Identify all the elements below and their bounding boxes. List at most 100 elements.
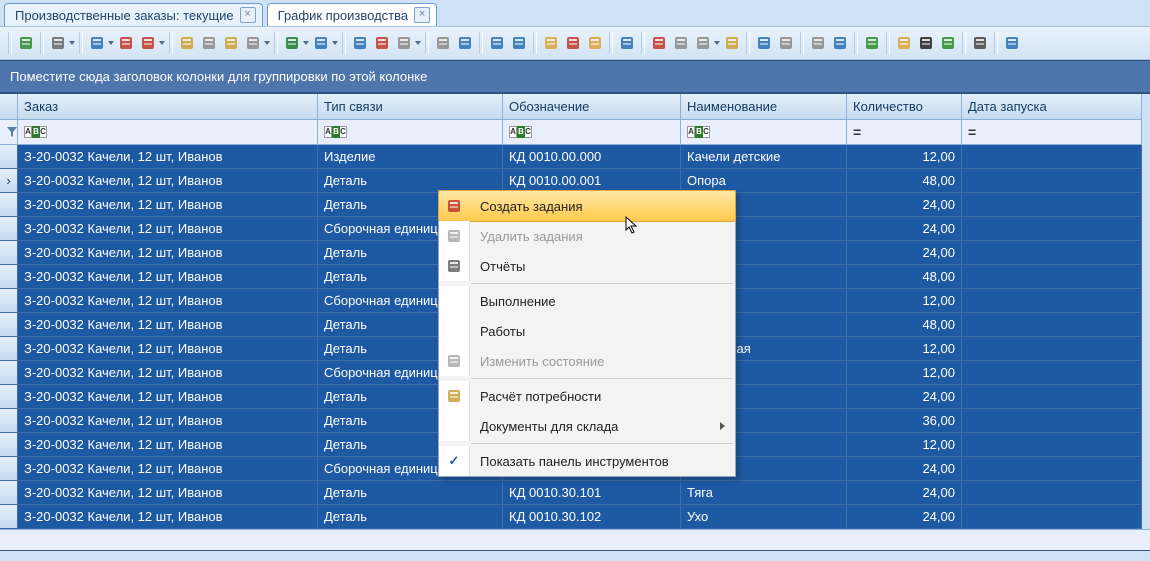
toolbar-button[interactable] bbox=[894, 33, 914, 53]
cell-name[interactable]: Ухо bbox=[681, 505, 847, 529]
filter-icon[interactable] bbox=[617, 33, 637, 53]
cell-start_date[interactable] bbox=[962, 385, 1142, 409]
folder-red-icon[interactable] bbox=[563, 33, 583, 53]
cell-order[interactable]: З-20-0032 Качели, 12 шт, Иванов bbox=[18, 313, 318, 337]
column-header[interactable]: Заказ bbox=[18, 94, 318, 120]
window-icon[interactable] bbox=[830, 33, 850, 53]
toolbar-button[interactable] bbox=[1002, 33, 1022, 53]
cell-start_date[interactable] bbox=[962, 217, 1142, 241]
toolbar-button[interactable] bbox=[221, 33, 241, 53]
chevron-down-icon[interactable] bbox=[332, 41, 338, 45]
cell-order[interactable]: З-20-0032 Качели, 12 шт, Иванов bbox=[18, 193, 318, 217]
cell-order[interactable]: З-20-0032 Качели, 12 шт, Иванов bbox=[18, 409, 318, 433]
cell-link_type[interactable]: Деталь bbox=[318, 481, 503, 505]
edit-icon[interactable] bbox=[221, 33, 241, 53]
cell-qty[interactable]: 12,00 bbox=[847, 337, 962, 361]
tree-icon[interactable] bbox=[311, 33, 331, 53]
toolbar-button[interactable] bbox=[722, 33, 742, 53]
cell-order[interactable]: З-20-0032 Качели, 12 шт, Иванов bbox=[18, 361, 318, 385]
toolbar-button[interactable] bbox=[830, 33, 850, 53]
column-header[interactable]: Дата запуска bbox=[962, 94, 1142, 120]
cell-designation[interactable]: КД 0010.00.000 bbox=[503, 145, 681, 169]
cell-order[interactable]: З-20-0032 Качели, 12 шт, Иванов bbox=[18, 241, 318, 265]
refresh-icon[interactable] bbox=[16, 33, 36, 53]
cell-order[interactable]: З-20-0032 Качели, 12 шт, Иванов bbox=[18, 217, 318, 241]
cell-qty[interactable]: 12,00 bbox=[847, 289, 962, 313]
cell-qty[interactable]: 36,00 bbox=[847, 409, 962, 433]
cell-start_date[interactable] bbox=[962, 241, 1142, 265]
toolbar-button[interactable] bbox=[282, 33, 309, 53]
toolbar-button[interactable] bbox=[541, 33, 561, 53]
toolbar-button[interactable] bbox=[311, 33, 338, 53]
toolbar-button[interactable] bbox=[671, 33, 691, 53]
cell-order[interactable]: З-20-0032 Качели, 12 шт, Иванов bbox=[18, 385, 318, 409]
wrench-icon[interactable] bbox=[243, 33, 263, 53]
barcode-icon[interactable] bbox=[916, 33, 936, 53]
cell-order[interactable]: З-20-0032 Качели, 12 шт, Иванов bbox=[18, 457, 318, 481]
toolbar-button[interactable] bbox=[754, 33, 774, 53]
cell-order[interactable]: З-20-0032 Качели, 12 шт, Иванов bbox=[18, 505, 318, 529]
folder-icon[interactable] bbox=[541, 33, 561, 53]
doc-icon[interactable] bbox=[671, 33, 691, 53]
menu-item[interactable]: Отчёты bbox=[439, 251, 735, 281]
toolbar-button[interactable] bbox=[693, 33, 720, 53]
row-indicator[interactable] bbox=[0, 241, 18, 265]
toolbar-button[interactable] bbox=[776, 33, 796, 53]
people-icon[interactable] bbox=[1002, 33, 1022, 53]
filter-indicator[interactable] bbox=[0, 120, 18, 145]
renumber1-icon[interactable] bbox=[487, 33, 507, 53]
cell-order[interactable]: З-20-0032 Качели, 12 шт, Иванов bbox=[18, 169, 318, 193]
column-filter[interactable]: ABC bbox=[681, 120, 847, 145]
menu-item[interactable]: Выполнение bbox=[439, 286, 735, 316]
toolbar-button[interactable] bbox=[916, 33, 936, 53]
cell-start_date[interactable] bbox=[962, 481, 1142, 505]
chevron-down-icon[interactable] bbox=[415, 41, 421, 45]
search-icon[interactable] bbox=[808, 33, 828, 53]
jump-end-icon[interactable] bbox=[394, 33, 414, 53]
row-indicator[interactable] bbox=[0, 289, 18, 313]
menu-item[interactable]: Документы для склада bbox=[439, 411, 735, 441]
menu-item[interactable]: Расчёт потребности bbox=[439, 381, 735, 411]
toolbar-button[interactable] bbox=[455, 33, 475, 53]
cell-order[interactable]: З-20-0032 Качели, 12 шт, Иванов bbox=[18, 289, 318, 313]
toolbar-button[interactable] bbox=[372, 33, 392, 53]
toolbar-button[interactable] bbox=[862, 33, 882, 53]
cell-order[interactable]: З-20-0032 Качели, 12 шт, Иванов bbox=[18, 337, 318, 361]
row-indicator[interactable] bbox=[0, 433, 18, 457]
toolbar-button[interactable] bbox=[350, 33, 370, 53]
cell-qty[interactable]: 12,00 bbox=[847, 433, 962, 457]
delete-cal-icon[interactable] bbox=[199, 33, 219, 53]
column-filter[interactable]: = bbox=[962, 120, 1142, 145]
cell-order[interactable]: З-20-0032 Качели, 12 шт, Иванов bbox=[18, 145, 318, 169]
cell-qty[interactable]: 48,00 bbox=[847, 169, 962, 193]
cell-qty[interactable]: 24,00 bbox=[847, 457, 962, 481]
menu-item[interactable]: ✓Показать панель инструментов bbox=[439, 446, 735, 476]
group-by-bar[interactable]: Поместите сюда заголовок колонки для гру… bbox=[0, 60, 1150, 93]
share-icon[interactable] bbox=[350, 33, 370, 53]
column-header[interactable]: Обозначение bbox=[503, 94, 681, 120]
cell-link_type[interactable]: Изделие bbox=[318, 145, 503, 169]
folder-arrow-icon[interactable] bbox=[585, 33, 605, 53]
toolbar-button[interactable] bbox=[199, 33, 219, 53]
calendar-red-icon[interactable] bbox=[116, 33, 136, 53]
column-filter[interactable]: = bbox=[847, 120, 962, 145]
toolbar-button[interactable] bbox=[16, 33, 36, 53]
checklist-icon[interactable] bbox=[938, 33, 958, 53]
row-indicator[interactable] bbox=[0, 457, 18, 481]
cell-qty[interactable]: 12,00 bbox=[847, 361, 962, 385]
cell-order[interactable]: З-20-0032 Качели, 12 шт, Иванов bbox=[18, 433, 318, 457]
cell-start_date[interactable] bbox=[962, 361, 1142, 385]
row-selector-header[interactable] bbox=[0, 94, 18, 120]
cell-qty[interactable]: 48,00 bbox=[847, 265, 962, 289]
cell-start_date[interactable] bbox=[962, 265, 1142, 289]
cell-start_date[interactable] bbox=[962, 169, 1142, 193]
chevron-down-icon[interactable] bbox=[714, 41, 720, 45]
chevron-down-icon[interactable] bbox=[264, 41, 270, 45]
row-indicator[interactable] bbox=[0, 313, 18, 337]
cell-qty[interactable]: 24,00 bbox=[847, 481, 962, 505]
cell-designation[interactable]: КД 0010.30.102 bbox=[503, 505, 681, 529]
cell-qty[interactable]: 24,00 bbox=[847, 505, 962, 529]
row-indicator[interactable] bbox=[0, 145, 18, 169]
cell-designation[interactable]: КД 0010.30.101 bbox=[503, 481, 681, 505]
column-header[interactable]: Количество bbox=[847, 94, 962, 120]
